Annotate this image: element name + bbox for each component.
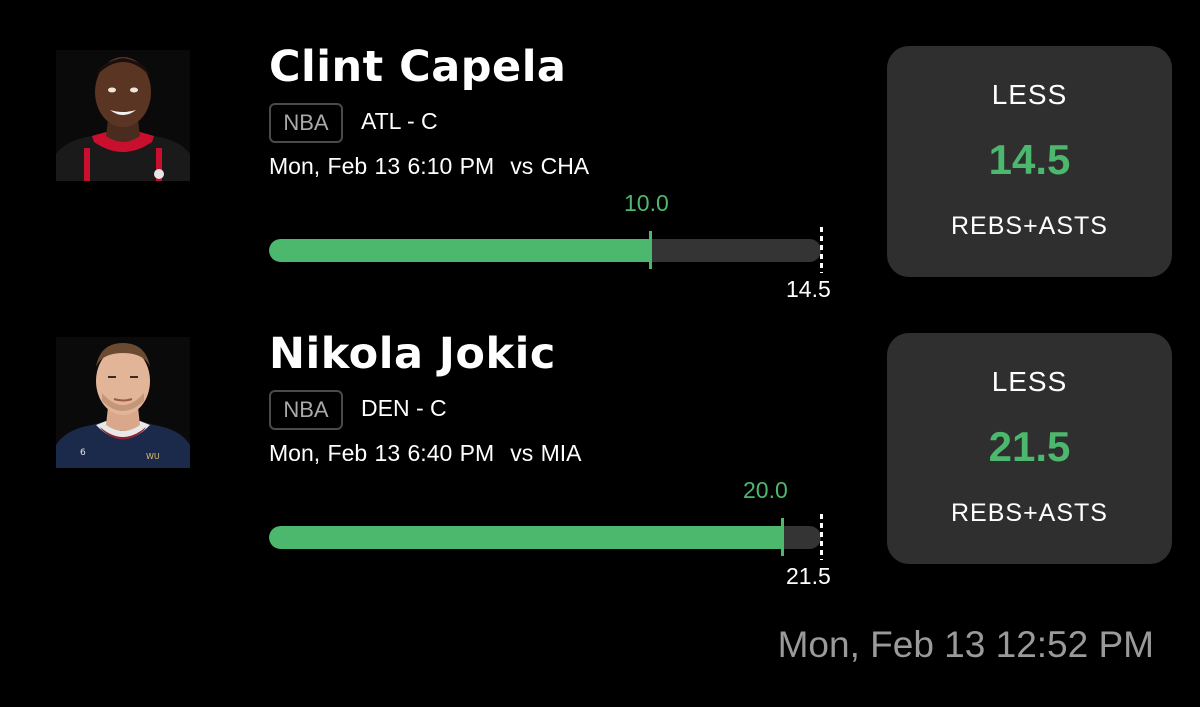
- progress-marker: [781, 518, 785, 556]
- opponent: vs MIA: [510, 440, 582, 466]
- line-threshold-marker: [820, 514, 823, 560]
- pick-line-value: 14.5: [988, 136, 1071, 183]
- pick-direction: LESS: [991, 79, 1068, 110]
- team-position: ATL - C: [361, 108, 438, 134]
- game-info: Mon, Feb 13 6:40 PM vs MIA: [269, 440, 581, 467]
- pick-line-value: 21.5: [988, 423, 1071, 470]
- current-stat-value: 20.0: [743, 477, 788, 503]
- game-datetime: Mon, Feb 13 6:40 PM: [269, 440, 495, 466]
- league-badge: NBA: [269, 390, 343, 430]
- player-name: Clint Capela: [269, 42, 567, 92]
- pick-direction: LESS: [991, 366, 1068, 397]
- game-info: Mon, Feb 13 6:10 PM vs CHA: [269, 153, 589, 180]
- svg-text:WU: WU: [146, 452, 160, 461]
- line-threshold-label: 21.5: [786, 563, 831, 589]
- progress-fill: [269, 239, 650, 262]
- svg-text:6: 6: [80, 448, 86, 458]
- progress-marker: [648, 231, 652, 269]
- opponent: vs CHA: [510, 153, 590, 179]
- player-headshot: [56, 50, 190, 181]
- pick-stat-type: REBS+ASTS: [951, 499, 1108, 527]
- player-name: Nikola Jokic: [269, 329, 556, 379]
- progress-fill: [269, 526, 783, 549]
- game-datetime: Mon, Feb 13 6:10 PM: [269, 153, 495, 179]
- pick-row[interactable]: Clint Capela NBA ATL - C Mon, Feb 13 6:1…: [0, 0, 1200, 302]
- pick-selection-card[interactable]: LESS 14.5 REBS+ASTS: [887, 46, 1172, 277]
- progress-track: [269, 526, 821, 549]
- current-stat-value: 10.0: [624, 190, 669, 216]
- progress-track: [269, 239, 821, 262]
- pick-selection-card[interactable]: LESS 21.5 REBS+ASTS: [887, 333, 1172, 564]
- screenshot-timestamp: Mon, Feb 13 12:52 PM: [777, 624, 1154, 665]
- team-position: DEN - C: [361, 395, 447, 421]
- league-badge: NBA: [269, 103, 343, 143]
- line-threshold-marker: [820, 227, 823, 273]
- pick-list-screen: Clint Capela NBA ATL - C Mon, Feb 13 6:1…: [0, 0, 1200, 707]
- pick-row[interactable]: WU 6 Nikola Jokic NBA DEN - C Mon, Feb 1…: [0, 287, 1200, 589]
- pick-stat-type: REBS+ASTS: [951, 212, 1108, 240]
- player-headshot: WU 6: [56, 337, 190, 468]
